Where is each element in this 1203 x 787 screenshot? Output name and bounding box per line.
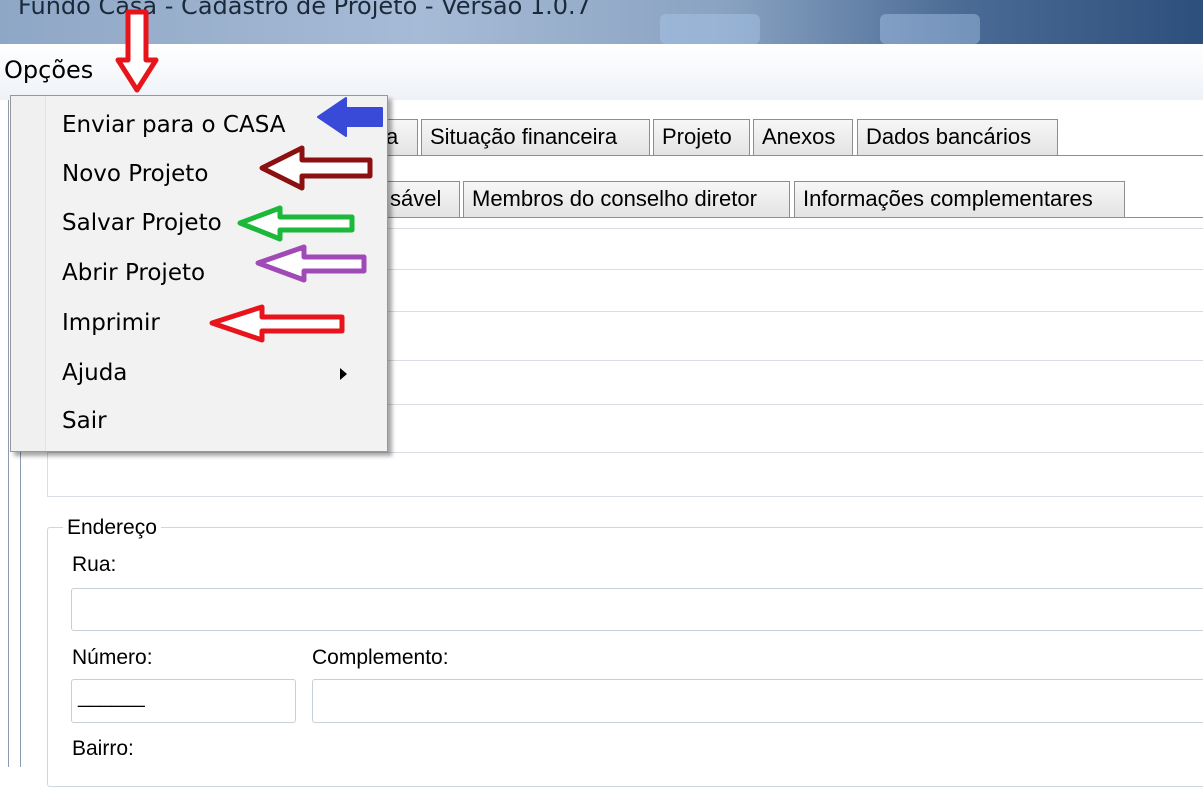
annotation-arrow-red-icon (209, 304, 345, 343)
annotation-arrow-purple-icon (255, 244, 367, 283)
annotation-arrow-down-icon (115, 9, 159, 93)
annotation-arrow-green-icon (237, 205, 355, 242)
annotation-overlay (115, 9, 383, 343)
annotation-arrow-darkred-icon (259, 145, 373, 191)
annotation-arrow-blue-icon (317, 97, 383, 137)
